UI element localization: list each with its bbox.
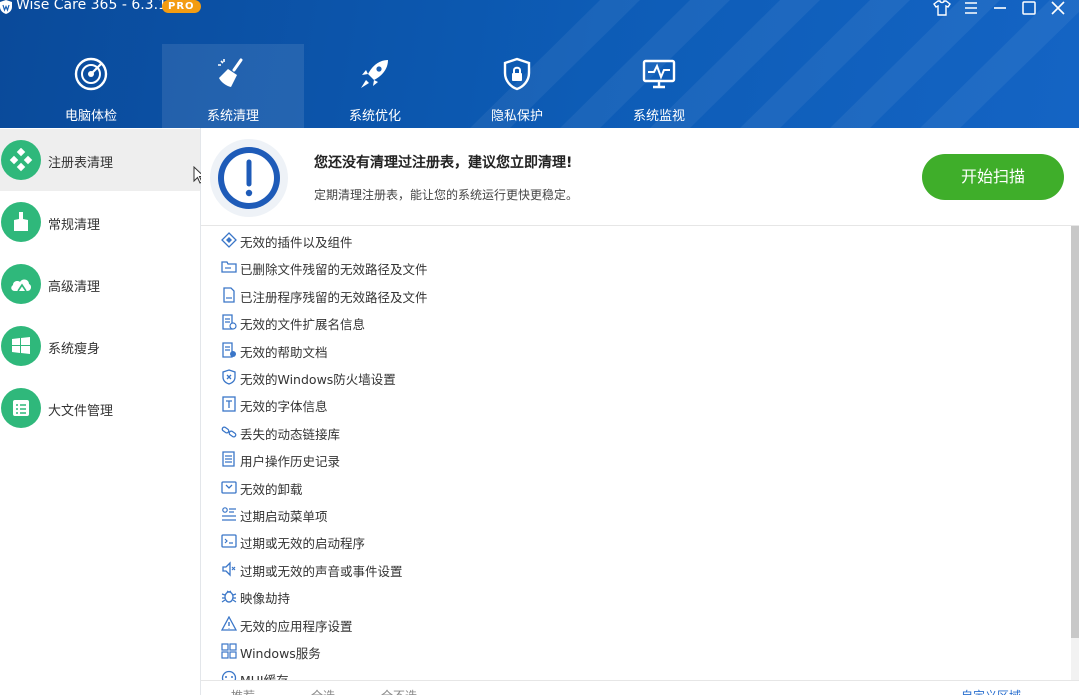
- sidebar-item-system-slim[interactable]: 系统瘦身: [0, 315, 200, 377]
- brush-icon: [1, 202, 41, 242]
- custom-area-link[interactable]: 自定义区域: [961, 687, 1021, 695]
- list-item-label: Windows服务: [240, 646, 321, 661]
- sound-icon: [222, 561, 236, 577]
- tab-label: 系统监视: [632, 109, 685, 124]
- link-icon: [221, 426, 237, 438]
- sidebar-item-advanced-clean[interactable]: 高级清理: [0, 253, 200, 315]
- tab-system-optimize[interactable]: 系统优化: [304, 44, 446, 128]
- menu-icon[interactable]: [963, 0, 983, 16]
- list-item-label: 过期或无效的启动程序: [240, 536, 366, 552]
- list-item-label: 已删除文件残留的无效路径及文件: [240, 262, 428, 278]
- list-item-label: 过期或无效的声音或事件设置: [240, 563, 403, 579]
- list-item-label: 丢失的动态链接库: [240, 426, 341, 442]
- tab-system-clean[interactable]: 系统清理: [162, 44, 304, 128]
- cache-icon: [221, 671, 237, 680]
- list-item-label: 无效的文件扩展名信息: [240, 317, 366, 333]
- close-icon[interactable]: [1050, 0, 1070, 16]
- list-item-label: 无效的字体信息: [240, 399, 328, 415]
- radar-icon: [74, 57, 108, 91]
- maximize-icon[interactable]: [1021, 0, 1041, 16]
- start-menu-icon: [222, 507, 236, 521]
- select-all-option[interactable]: 全选: [311, 687, 335, 695]
- uninstall-icon: [221, 480, 237, 494]
- app-header: Wise Care 365 - 6.3.1 PRO 电脑体检 系统清理 系统优化…: [0, 0, 1079, 128]
- minimize-icon[interactable]: [992, 0, 1012, 16]
- tab-label: 隐私保护: [490, 109, 543, 124]
- sidebar-item-label: 高级清理: [48, 280, 101, 295]
- tab-label: 系统优化: [348, 109, 401, 124]
- list-item-label: MUI缓存: [240, 670, 289, 680]
- registry-notice-banner: 您还没有清理过注册表，建议您立即清理! 定期清理注册表，能让您的系统运行更快更稳…: [201, 128, 1079, 226]
- monitor-icon: [642, 59, 676, 89]
- puzzle-icon: [221, 232, 237, 248]
- file-list-icon: [1, 388, 41, 428]
- font-icon: [222, 396, 236, 413]
- bug-icon: [221, 590, 237, 603]
- list-item-label: 无效的插件以及组件: [240, 235, 353, 250]
- sidebar-item-label: 常规清理: [48, 218, 101, 233]
- startup-icon: [221, 534, 237, 549]
- tab-label: 系统清理: [206, 109, 259, 124]
- sidebar-item-registry-clean[interactable]: 注册表清理: [0, 129, 200, 191]
- sidebar-item-label: 大文件管理: [48, 404, 114, 419]
- list-item-label: 无效的Windows防火墙设置: [240, 372, 396, 387]
- list-scrollbar[interactable]: [1071, 226, 1079, 680]
- app-logo-icon: [0, 0, 12, 14]
- banner-title: 您还没有清理过注册表，建议您立即清理!: [314, 155, 573, 171]
- sidebar-item-common-clean[interactable]: 常规清理: [0, 191, 200, 253]
- tab-system-monitor[interactable]: 系统监视: [588, 44, 730, 128]
- app-title: Wise Care 365 - 6.3.1: [16, 0, 167, 13]
- alert-icon: [210, 139, 288, 217]
- services-icon: [221, 643, 237, 659]
- tab-pc-checkup[interactable]: 电脑体检: [20, 44, 162, 128]
- start-scan-button[interactable]: 开始扫描: [922, 154, 1064, 200]
- sidebar-item-large-file-manager[interactable]: 大文件管理: [0, 377, 200, 439]
- rocket-icon: [361, 60, 388, 88]
- sidebar-item-label: 系统瘦身: [48, 342, 101, 357]
- firewall-icon: [222, 369, 236, 385]
- registry-icon: [1, 140, 41, 180]
- help-doc-icon: [222, 341, 236, 358]
- recommend-option[interactable]: 推荐: [231, 687, 255, 695]
- list-item-label: 无效的帮助文档: [240, 344, 328, 360]
- history-icon: [222, 451, 235, 467]
- tab-label: 电脑体检: [64, 109, 117, 124]
- selection-footer: 推荐 全选 全不选 自定义区域: [201, 680, 1079, 695]
- tab-privacy-protect[interactable]: 隐私保护: [446, 44, 588, 128]
- list-item-label: 映像劫持: [240, 591, 291, 607]
- select-none-option[interactable]: 全不选: [381, 687, 417, 695]
- list-item-label: 无效的卸载: [240, 481, 303, 497]
- shield-lock-icon: [503, 57, 531, 91]
- scrollbar-thumb[interactable]: [1071, 226, 1079, 638]
- list-item-label: 过期启动菜单项: [240, 509, 328, 524]
- registry-item-list: 无效的插件以及组件已删除文件残留的无效路径及文件 已注册程序残留的无效路径及文件无…: [201, 226, 1071, 680]
- banner-subtitle: 定期清理注册表，能让您的系统运行更快更稳定。: [314, 188, 579, 202]
- pro-badge: PRO: [162, 0, 201, 13]
- list-item-label: 无效的应用程序设置: [240, 618, 353, 634]
- folder-icon: [221, 261, 237, 274]
- file-icon: [223, 287, 235, 303]
- broom-icon: [218, 58, 243, 87]
- list-item-label: 已注册程序残留的无效路径及文件: [240, 289, 428, 305]
- doc-ext-icon: [222, 314, 237, 330]
- sidebar-item-label: 注册表清理: [48, 156, 114, 171]
- cloud-icon: [1, 264, 41, 304]
- windows-icon: [1, 326, 41, 366]
- skin-icon[interactable]: [933, 0, 953, 16]
- sidebar: 注册表清理 常规清理 高级清理 系统瘦身 大文件管理: [0, 128, 201, 695]
- list-item-label: 用户操作历史记录: [240, 454, 341, 470]
- warning-icon: [221, 615, 237, 631]
- title-bar[interactable]: Wise Care 365 - 6.3.1 PRO: [0, 0, 1079, 20]
